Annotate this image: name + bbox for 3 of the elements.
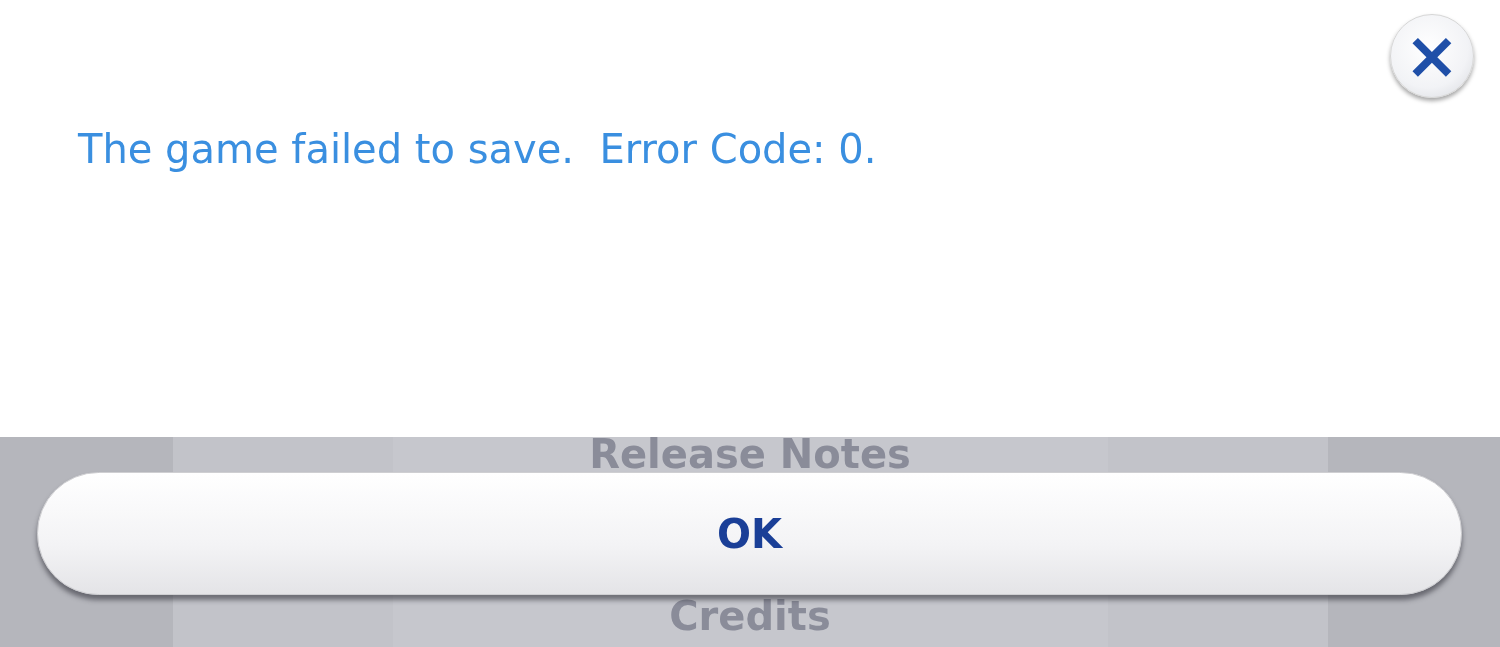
close-button[interactable]: × [1390,14,1474,98]
error-message: The game failed to save. Error Code: 0. [78,126,878,172]
ok-button[interactable]: OK [37,472,1462,595]
